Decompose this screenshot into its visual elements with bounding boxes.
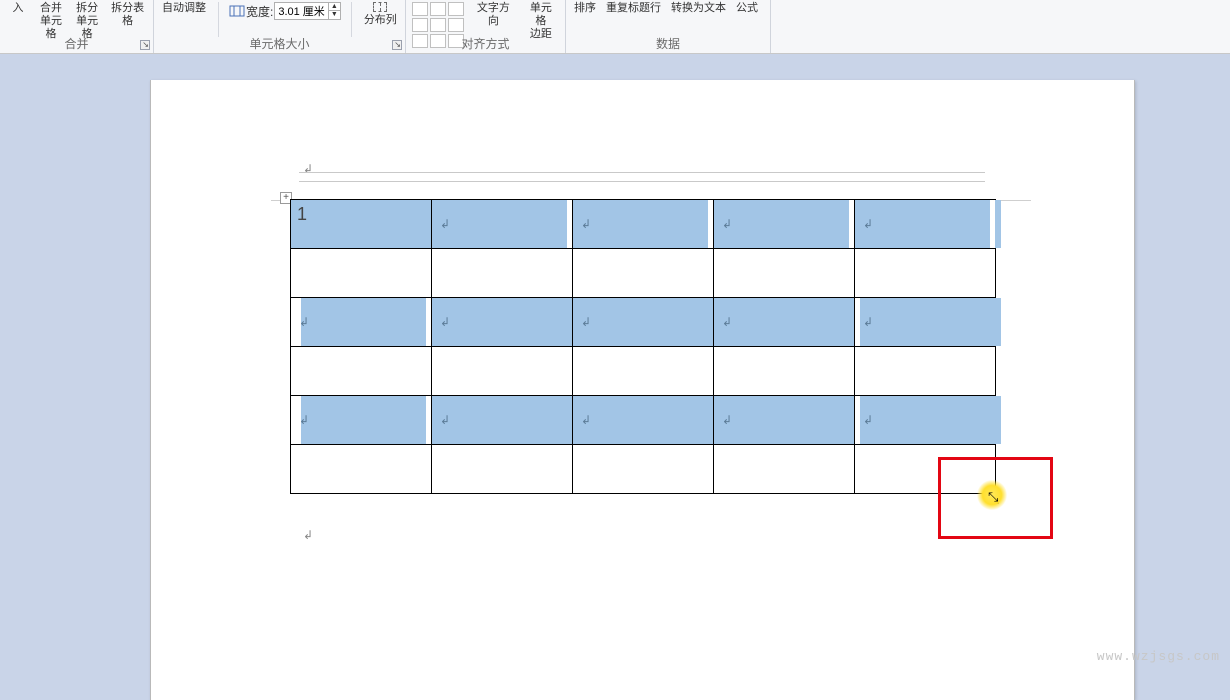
table-cell[interactable]	[714, 347, 855, 396]
convert-to-text-button[interactable]: 转换为文本	[669, 2, 728, 15]
group-merge-expand-icon[interactable]: ↘	[140, 40, 150, 50]
table-cell[interactable]	[432, 445, 573, 494]
para-mark-icon: ↲	[863, 413, 873, 427]
ribbon-group-merge: 入 合并单元格 拆分单元格 拆分表格 合并 ↘	[0, 0, 154, 53]
table-cell[interactable]: ↲	[855, 396, 996, 445]
distribute-cols-button[interactable]: 分布列	[362, 2, 399, 27]
table-cell[interactable]	[855, 445, 996, 494]
document-page[interactable]: ↲ 1 ↲ ↲ ↲ ↲ ↲ ↲	[150, 80, 1135, 700]
para-mark-icon: ↲	[863, 217, 873, 231]
group-cellsize-expand-icon[interactable]: ↘	[392, 40, 402, 50]
para-mark-icon: ↲	[581, 315, 591, 329]
table-cell[interactable]: ↲	[573, 396, 714, 445]
table-row[interactable]: 1 ↲ ↲ ↲ ↲	[291, 200, 996, 249]
group-merge-label: 合并	[0, 35, 153, 52]
ribbon-group-data: 排序 重复标题行 转换为文本 公式 数据	[566, 0, 771, 53]
ribbon-toolbar: 入 合并单元格 拆分单元格 拆分表格 合并 ↘ 自动调整 宽度:	[0, 0, 1230, 54]
group-cellsize-label: 单元格大小	[154, 35, 405, 52]
split-table-button[interactable]: 拆分表格	[108, 2, 147, 28]
para-mark-icon: ↲	[722, 315, 732, 329]
table-row[interactable]	[291, 249, 996, 298]
ribbon-group-cellsize: 自动调整 宽度: 3.01 厘米 ▲ ▼	[154, 0, 406, 53]
width-value: 3.01 厘米	[275, 3, 327, 19]
align-mc[interactable]	[430, 18, 446, 32]
text-direction-button[interactable]: 文字方向	[470, 2, 517, 28]
repeat-header-button[interactable]: 重复标题行	[604, 2, 663, 15]
para-mark-icon: ↲	[440, 217, 450, 231]
table-cell[interactable]: ↲	[855, 298, 996, 347]
watermark-text: www.wzjsgs.com	[1097, 649, 1220, 664]
align-tr[interactable]	[448, 2, 464, 16]
distribute-cols-icon	[373, 2, 387, 12]
table-row[interactable]: ↲ ↲ ↲ ↲ ↲	[291, 298, 996, 347]
ribbon-group-align: 文字方向 单元格边距 对齐方式	[406, 0, 566, 53]
table-cell[interactable]	[291, 249, 432, 298]
table-cell[interactable]	[855, 249, 996, 298]
table-cell[interactable]: ↲	[714, 396, 855, 445]
para-mark-icon: ↲	[299, 413, 309, 427]
table-cell[interactable]	[573, 249, 714, 298]
width-spin-down[interactable]: ▼	[329, 11, 340, 19]
table-row[interactable]: ↲ ↲ ↲ ↲ ↲	[291, 396, 996, 445]
table-cell[interactable]: ↲	[573, 298, 714, 347]
para-mark-icon: ↲	[722, 217, 732, 231]
table-cell[interactable]: ↲	[432, 298, 573, 347]
table-cell[interactable]: ↲	[573, 200, 714, 249]
para-mark-icon: ↲	[581, 217, 591, 231]
table-cell[interactable]	[714, 445, 855, 494]
table-row[interactable]	[291, 347, 996, 396]
table-cell[interactable]	[573, 347, 714, 396]
table-cell[interactable]: ↲	[432, 396, 573, 445]
para-mark-icon: ↲	[722, 413, 732, 427]
table-row[interactable]	[291, 445, 996, 494]
para-mark-icon: ↲	[581, 413, 591, 427]
ruler-segment	[299, 172, 985, 182]
table-cell[interactable]	[291, 347, 432, 396]
table-cell[interactable]: ↲	[714, 200, 855, 249]
table-cell[interactable]: ↲	[855, 200, 996, 249]
table-cell[interactable]	[855, 347, 996, 396]
sort-button[interactable]: 排序	[572, 2, 598, 15]
table-cell[interactable]: ↲	[714, 298, 855, 347]
table-cell[interactable]	[714, 249, 855, 298]
align-ml[interactable]	[412, 18, 428, 32]
width-spinner[interactable]: 3.01 厘米 ▲ ▼	[274, 2, 340, 20]
table-cell[interactable]	[291, 445, 432, 494]
width-label: 宽度:	[246, 3, 273, 20]
para-mark-icon: ↲	[440, 315, 450, 329]
table-cell[interactable]: ↲	[432, 200, 573, 249]
formula-button[interactable]: 公式	[734, 2, 760, 15]
table-cell[interactable]: ↲	[291, 298, 432, 347]
width-spin-up[interactable]: ▲	[329, 3, 340, 11]
autofit-button[interactable]: 自动调整	[160, 2, 208, 15]
group-data-label: 数据	[566, 35, 770, 52]
table-cell[interactable]	[432, 347, 573, 396]
table-resize-handle-icon[interactable]	[989, 494, 999, 504]
para-mark-icon: ↲	[440, 413, 450, 427]
document-table[interactable]: 1 ↲ ↲ ↲ ↲ ↲ ↲ ↲ ↲ ↲	[290, 199, 996, 494]
table-cell[interactable]: 1	[291, 200, 432, 249]
align-tl[interactable]	[412, 2, 428, 16]
insert-button[interactable]: 入	[6, 2, 30, 15]
width-icon	[229, 3, 245, 19]
table-cell[interactable]: ↲	[291, 396, 432, 445]
para-mark-icon: ↲	[299, 315, 309, 329]
para-mark-icon: ↲	[863, 315, 873, 329]
document-workarea[interactable]: ↲ 1 ↲ ↲ ↲ ↲ ↲ ↲	[0, 54, 1230, 670]
align-mr[interactable]	[448, 18, 464, 32]
table-cell[interactable]	[573, 445, 714, 494]
group-align-label: 对齐方式	[406, 35, 565, 52]
para-mark-icon: ↲	[303, 528, 313, 542]
table-cell[interactable]	[432, 249, 573, 298]
align-tc[interactable]	[430, 2, 446, 16]
cell-text: 1	[297, 204, 307, 224]
